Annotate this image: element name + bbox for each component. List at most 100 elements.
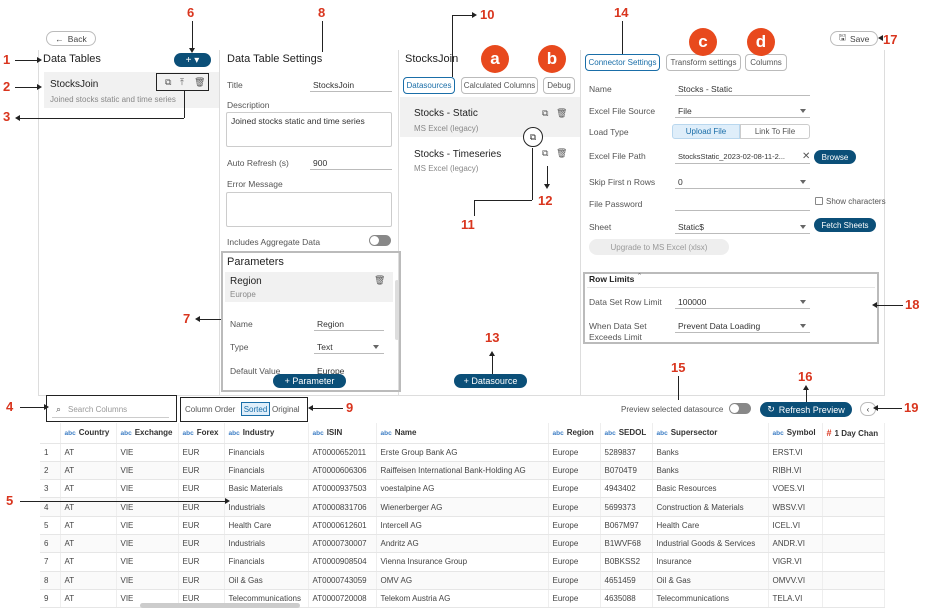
trash-icon[interactable]: 🗑 xyxy=(194,77,205,88)
row-limit-select[interactable]: 100000 xyxy=(678,297,706,307)
table-cell: ANDR.VI xyxy=(768,534,823,554)
text-type-icon: abc xyxy=(64,430,76,438)
tab-columns[interactable]: Columns xyxy=(745,54,787,71)
annotation-number: 5 xyxy=(6,493,14,508)
column-header[interactable]: abc Exchange xyxy=(116,423,179,444)
auto-refresh-input[interactable]: 900 xyxy=(313,158,327,168)
table-cell: Industrials xyxy=(224,497,309,517)
tab-calculated-columns[interactable]: Calculated Columns xyxy=(461,77,538,94)
drag-handle-icon[interactable]: ⧉ xyxy=(523,127,543,147)
annotation-number: 7 xyxy=(183,311,191,326)
table-row[interactable]: 1 AT VIE EUR Financials AT0000652011 Erste Gro… xyxy=(40,443,885,462)
tab-datasources[interactable]: Datasources xyxy=(403,77,455,94)
divider xyxy=(219,50,220,395)
table-row[interactable]: 3 AT VIE EUR Basic Materials AT0000937503 voes… xyxy=(40,479,885,499)
tab-transform-settings[interactable]: Transform settings xyxy=(666,54,741,71)
trash-icon[interactable]: 🗑 xyxy=(556,108,567,119)
column-header[interactable]: abc Country xyxy=(60,423,117,444)
table-cell: RIBH.VI xyxy=(768,461,823,481)
param-type-select[interactable]: Text xyxy=(317,342,333,352)
column-header-label: Region xyxy=(566,428,594,438)
browse-button[interactable]: Browse xyxy=(814,150,856,164)
arrow-line xyxy=(492,356,493,374)
search-columns-input[interactable]: Search Columns xyxy=(68,405,127,414)
excel-source-select[interactable]: File xyxy=(678,106,692,116)
add-table-button[interactable]: + ▾ xyxy=(174,53,211,67)
description-textarea[interactable]: Joined stocks static and time series xyxy=(226,112,392,147)
title-input[interactable]: StocksJoin xyxy=(313,80,354,90)
table-cell: 5289837 xyxy=(600,443,653,462)
chevron-up-icon[interactable]: ˆ xyxy=(638,272,641,282)
copy-icon[interactable]: ⧉ xyxy=(542,108,548,119)
link-to-file-button[interactable]: Link To File xyxy=(740,124,810,139)
copy-icon[interactable]: ⧉ xyxy=(542,148,548,159)
column-header[interactable]: abc ISIN xyxy=(308,423,377,444)
copy-icon[interactable]: ⧉ xyxy=(165,77,171,88)
table-row[interactable]: 8 AT VIE EUR Oil & Gas AT0000743059 OMV AG Euro… xyxy=(40,571,885,590)
table-cell xyxy=(822,571,885,590)
aggregate-toggle[interactable] xyxy=(369,235,391,246)
close-icon[interactable]: ✕ xyxy=(802,151,810,162)
text-type-icon: abc xyxy=(772,430,784,438)
horizontal-scrollbar[interactable] xyxy=(140,603,300,608)
add-parameter-button[interactable]: + Parameter xyxy=(273,374,346,388)
table-cell: 4635088 xyxy=(600,589,653,609)
sorted-toggle[interactable]: Sorted xyxy=(241,402,270,416)
table-cell: OMVV.VI xyxy=(768,571,823,590)
table-cell: Basic Materials xyxy=(224,479,309,499)
back-button[interactable]: ← Back xyxy=(46,31,96,46)
column-header[interactable]: abc Supersector xyxy=(652,423,769,444)
table-row[interactable]: 5 AT VIE EUR Health Care AT0000612601 Intercel… xyxy=(40,516,885,535)
column-header[interactable]: abc Symbol xyxy=(768,423,823,444)
column-header[interactable]: #1 Day Chan xyxy=(822,423,885,444)
upload-file-button[interactable]: Upload File xyxy=(672,124,740,139)
error-message-textarea[interactable] xyxy=(226,192,392,227)
column-header[interactable] xyxy=(40,423,61,444)
upgrade-button[interactable]: Upgrade to MS Excel (xlsx) xyxy=(589,239,729,255)
table-cell: AT xyxy=(60,479,117,499)
sheet-select[interactable]: Static$ xyxy=(678,222,704,232)
arrow-line xyxy=(474,200,475,216)
refresh-preview-button[interactable]: ↻ Refresh Preview xyxy=(760,402,852,417)
arrow-line xyxy=(15,87,37,88)
column-header[interactable]: abc SEDOL xyxy=(600,423,653,444)
refresh-preview-label: Refresh Preview xyxy=(778,404,845,415)
table-cell: Telecommunications xyxy=(652,589,769,609)
upload-icon[interactable]: ⤒ xyxy=(180,77,184,88)
table-cell: B0BKSS2 xyxy=(600,552,653,572)
column-header[interactable]: abc Region xyxy=(548,423,601,444)
tab-connector-settings[interactable]: Connector Settings xyxy=(585,54,660,71)
add-datasource-button[interactable]: + Datasource xyxy=(454,374,527,388)
arrow-line xyxy=(313,408,343,409)
column-header[interactable]: abc Industry xyxy=(224,423,309,444)
original-toggle[interactable]: Original xyxy=(272,405,300,414)
column-header-label: SEDOL xyxy=(618,428,647,438)
divider xyxy=(884,50,885,395)
preview-toggle[interactable] xyxy=(729,403,751,414)
trash-icon[interactable]: 🗑 xyxy=(556,148,567,159)
table-cell: Oil & Gas xyxy=(224,571,309,590)
name-input[interactable]: Stocks - Static xyxy=(678,84,732,94)
table-row[interactable]: 2 AT VIE EUR Financials AT0000606306 Raiffeise… xyxy=(40,461,885,481)
skip-rows-input[interactable]: 0 xyxy=(678,177,683,187)
fetch-sheets-button[interactable]: Fetch Sheets xyxy=(814,218,876,232)
exceed-label: Exceeds Limit xyxy=(589,332,642,342)
table-cell: VIE xyxy=(116,571,179,590)
table-row[interactable]: 6 AT VIE EUR Industrials AT0000730007 Andritz … xyxy=(40,534,885,554)
column-header[interactable]: abc Forex xyxy=(178,423,225,444)
table-row[interactable]: 7 AT VIE EUR Financials AT0000908504 Vienna In… xyxy=(40,552,885,572)
tab-debug[interactable]: Debug xyxy=(543,77,575,94)
file-path-input[interactable]: StocksStatic_2023-02-08-11-2... xyxy=(678,152,785,161)
scrollbar[interactable] xyxy=(395,280,399,340)
exceed-select[interactable]: Prevent Data Loading xyxy=(678,321,760,331)
column-header-label: Exchange xyxy=(134,428,173,438)
preview-table: abc Country abc Exchange abc Forex abc Industry… xyxy=(40,423,885,609)
trash-icon[interactable]: 🗑 xyxy=(374,275,385,286)
chevron-left-icon: ‹ xyxy=(866,404,870,414)
save-button[interactable]: 🖫 Save xyxy=(830,31,878,46)
table-cell: 4651459 xyxy=(600,571,653,590)
param-name-input[interactable]: Region xyxy=(317,319,344,329)
annotation-number: 18 xyxy=(905,297,920,312)
show-characters-checkbox[interactable] xyxy=(815,197,823,205)
column-header[interactable]: abc Name xyxy=(376,423,549,444)
